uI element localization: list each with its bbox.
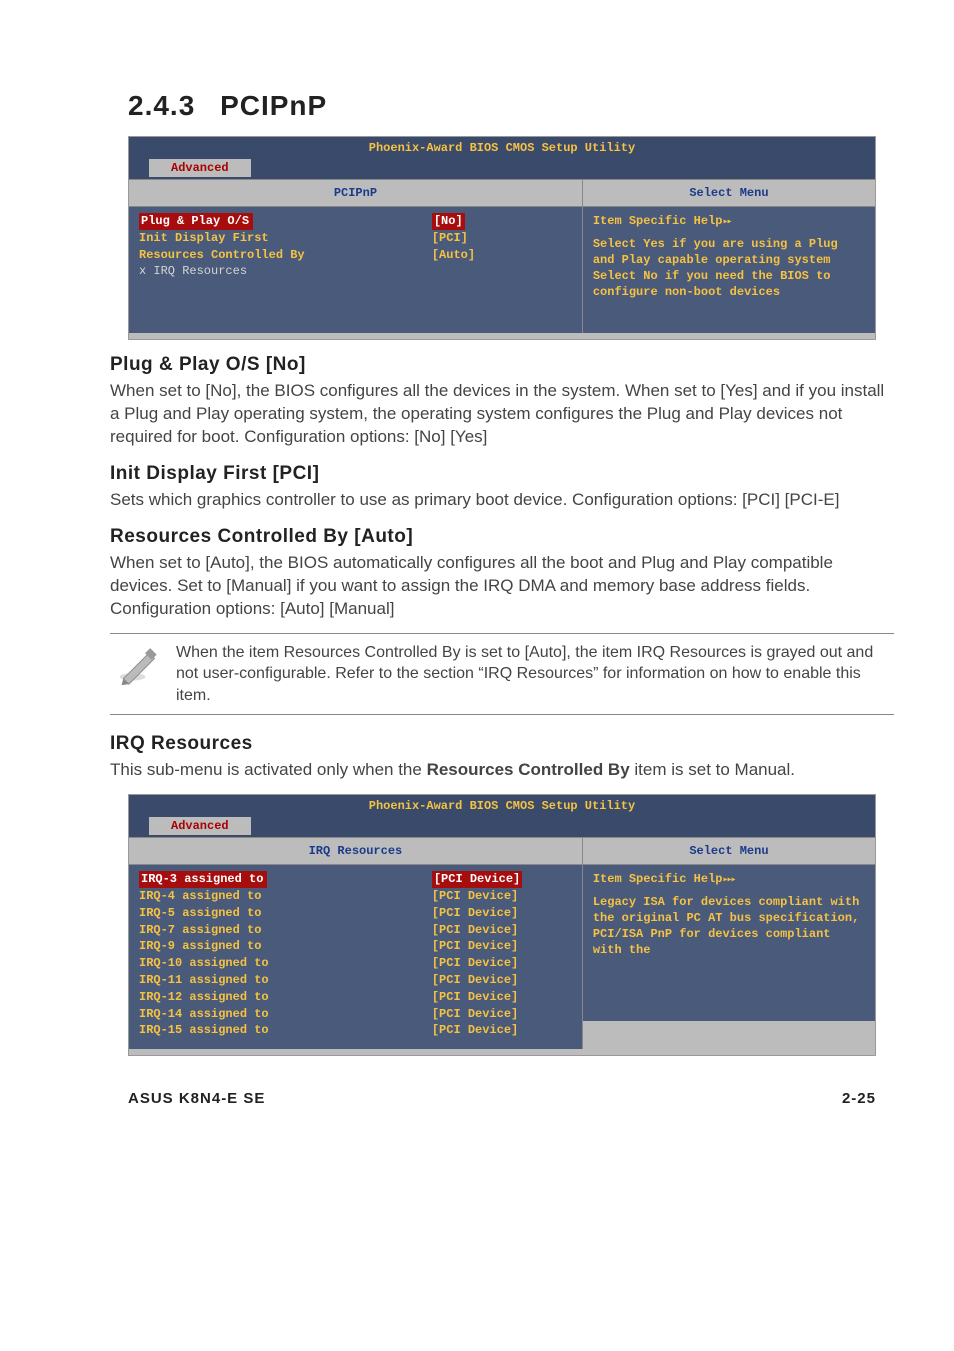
bios-left-header: IRQ Resources bbox=[129, 838, 582, 865]
bios-item-label: Resources Controlled By bbox=[139, 247, 432, 264]
bios-item-label: Plug & Play O/S bbox=[139, 213, 253, 230]
footer-page-number: 2-25 bbox=[842, 1090, 876, 1107]
subsection-body: When set to [Auto], the BIOS automatical… bbox=[110, 552, 894, 621]
bios-item-row: Plug & Play O/S [No] bbox=[139, 213, 572, 230]
section-number: 2.4.3 bbox=[128, 90, 195, 121]
subsection-body: This sub-menu is activated only when the… bbox=[110, 759, 894, 782]
arrow-icon bbox=[722, 872, 734, 886]
bios-item-label: IRQ-14 assigned to bbox=[139, 1006, 432, 1023]
bios-item-label: IRQ-11 assigned to bbox=[139, 972, 432, 989]
bios-item-label: x IRQ Resources bbox=[139, 263, 432, 280]
bios-help-title: Item Specific Help bbox=[593, 872, 723, 886]
section-name: PCIPnP bbox=[220, 90, 327, 121]
bios-item-value: [Auto] bbox=[432, 247, 572, 264]
bios-item-value: [PCI] bbox=[432, 230, 572, 247]
bios-tab-advanced: Advanced bbox=[149, 817, 251, 835]
bios-item-value bbox=[432, 263, 572, 280]
bios-item-row: IRQ-12 assigned to[PCI Device] bbox=[139, 989, 572, 1006]
bios-right-header: Select Menu bbox=[583, 180, 875, 207]
bios-left-header: PCIPnP bbox=[129, 180, 582, 207]
bios-item-row: IRQ-9 assigned to[PCI Device] bbox=[139, 938, 572, 955]
bios-tab-advanced: Advanced bbox=[149, 159, 251, 177]
bios-item-value: [PCI Device] bbox=[432, 938, 572, 955]
bios-item-row: IRQ-14 assigned to[PCI Device] bbox=[139, 1006, 572, 1023]
bios-item-label: IRQ-5 assigned to bbox=[139, 905, 432, 922]
bios-item-value: [PCI Device] bbox=[432, 922, 572, 939]
bios-help-body: Legacy ISA for devices compliant with th… bbox=[593, 894, 865, 959]
bios-item-value: [PCI Device] bbox=[432, 871, 572, 888]
subsection-title: Resources Controlled By [Auto] bbox=[110, 526, 894, 548]
bios-title: Phoenix-Award BIOS CMOS Setup Utility bbox=[129, 795, 875, 817]
bios-item-value: [PCI Device] bbox=[432, 905, 572, 922]
bios-screenshot-irq: Phoenix-Award BIOS CMOS Setup Utility Ad… bbox=[128, 794, 876, 1056]
bios-help-body: Select Yes if you are using a Plug and P… bbox=[593, 236, 865, 301]
bios-item-value: [PCI Device] bbox=[432, 1022, 572, 1039]
pencil-icon bbox=[116, 642, 160, 686]
bios-item-row: IRQ-10 assigned to[PCI Device] bbox=[139, 955, 572, 972]
arrow-icon bbox=[722, 214, 730, 228]
text: item is set to Manual. bbox=[630, 760, 795, 779]
text: This sub-menu is activated only when the bbox=[110, 760, 427, 779]
bios-help-title: Item Specific Help bbox=[593, 214, 723, 228]
bios-item-row: IRQ-11 assigned to[PCI Device] bbox=[139, 972, 572, 989]
note-callout: When the item Resources Controlled By is… bbox=[110, 633, 894, 716]
bios-item-value: [PCI Device] bbox=[432, 989, 572, 1006]
bios-item-label: Init Display First bbox=[139, 230, 432, 247]
bios-item-value: [No] bbox=[432, 213, 572, 230]
bios-item-label: IRQ-7 assigned to bbox=[139, 922, 432, 939]
bios-item-value: [PCI Device] bbox=[432, 888, 572, 905]
bios-item-row: x IRQ Resources bbox=[139, 263, 572, 280]
subsection-title: IRQ Resources bbox=[110, 733, 894, 755]
bios-item-value: [PCI Device] bbox=[432, 1006, 572, 1023]
subsection-title: Plug & Play O/S [No] bbox=[110, 354, 894, 376]
footer-product: ASUS K8N4-E SE bbox=[128, 1090, 265, 1107]
bios-item-row: Resources Controlled By[Auto] bbox=[139, 247, 572, 264]
bios-item-label: IRQ-9 assigned to bbox=[139, 938, 432, 955]
bios-item-row: IRQ-7 assigned to[PCI Device] bbox=[139, 922, 572, 939]
bios-title: Phoenix-Award BIOS CMOS Setup Utility bbox=[129, 137, 875, 159]
bios-item-value: [PCI Device] bbox=[432, 972, 572, 989]
subsection-body: Sets which graphics controller to use as… bbox=[110, 489, 894, 512]
subsection-body: When set to [No], the BIOS configures al… bbox=[110, 380, 894, 449]
bios-screenshot-pcipnp: Phoenix-Award BIOS CMOS Setup Utility Ad… bbox=[128, 136, 876, 340]
note-text: When the item Resources Controlled By is… bbox=[176, 642, 888, 707]
bios-item-label: IRQ-15 assigned to bbox=[139, 1022, 432, 1039]
bios-item-label: IRQ-3 assigned to bbox=[139, 871, 267, 888]
bios-item-label: IRQ-12 assigned to bbox=[139, 989, 432, 1006]
bios-item-row: IRQ-5 assigned to[PCI Device] bbox=[139, 905, 572, 922]
bios-item-row: IRQ-4 assigned to[PCI Device] bbox=[139, 888, 572, 905]
section-title: 2.4.3 PCIPnP bbox=[128, 90, 894, 122]
text-strong: Resources Controlled By bbox=[427, 760, 630, 779]
subsection-title: Init Display First [PCI] bbox=[110, 463, 894, 485]
bios-item-label: IRQ-4 assigned to bbox=[139, 888, 432, 905]
bios-item-row: Init Display First[PCI] bbox=[139, 230, 572, 247]
bios-item-value: [PCI Device] bbox=[432, 955, 572, 972]
bios-item-row: IRQ-3 assigned to [PCI Device] bbox=[139, 871, 572, 888]
bios-right-header: Select Menu bbox=[583, 838, 875, 865]
bios-item-label: IRQ-10 assigned to bbox=[139, 955, 432, 972]
bios-item-row: IRQ-15 assigned to[PCI Device] bbox=[139, 1022, 572, 1039]
